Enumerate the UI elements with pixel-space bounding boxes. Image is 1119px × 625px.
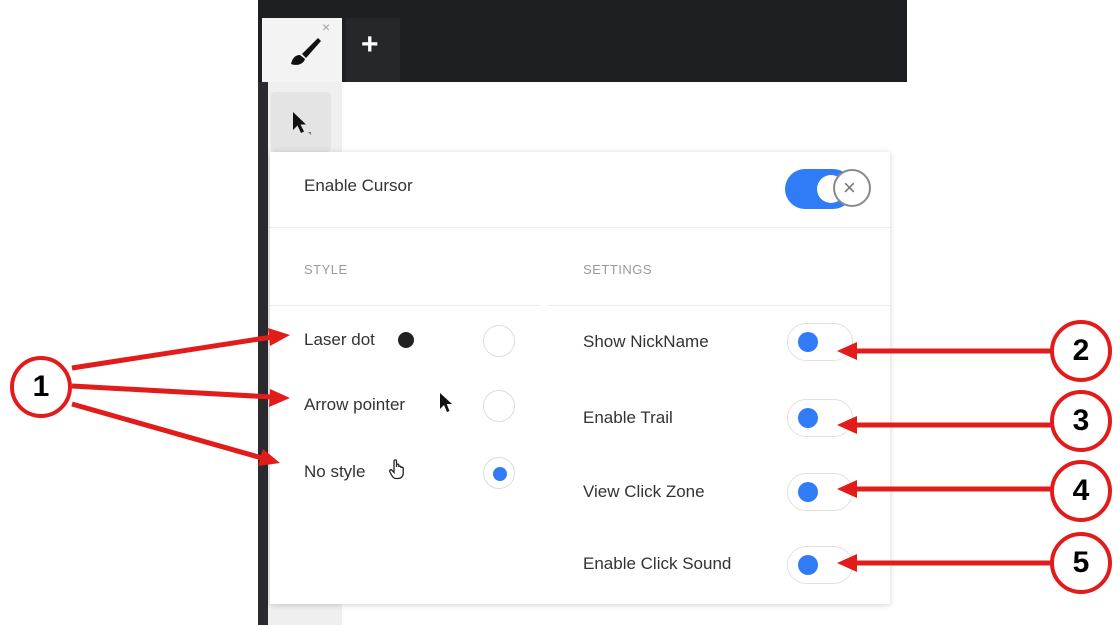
annotation-callout-3: 3 [1050, 390, 1112, 452]
annotation-callout-4: 4 [1050, 460, 1112, 522]
annotation-callout-5: 5 [1050, 532, 1112, 594]
annotation-callout-1: 1 [10, 356, 72, 418]
annotation-callout-2: 2 [1050, 320, 1112, 382]
annotation-arrows [71, 328, 1052, 572]
